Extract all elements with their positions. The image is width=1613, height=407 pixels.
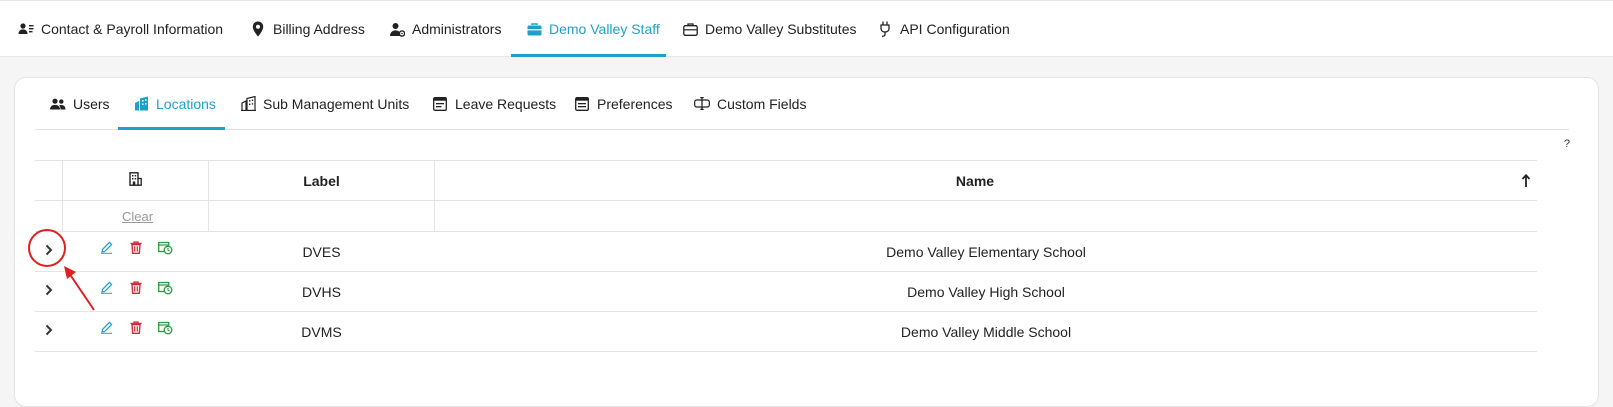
row-name: Demo Valley Middle School (900, 323, 1072, 340)
assign-button[interactable] (157, 321, 173, 340)
tab-demo-valley-staff[interactable]: Demo Valley Staff (526, 1, 660, 57)
building-outline-icon (240, 96, 256, 112)
subtab-users[interactable]: Users (50, 78, 110, 129)
grid-filter-row: Clear (35, 201, 1537, 232)
briefcase-icon (526, 21, 542, 37)
tab-label: Contact & Payroll Information (41, 21, 224, 37)
subtab-label: Sub Management Units (263, 95, 410, 112)
delete-button[interactable] (128, 281, 144, 299)
expand-row-button[interactable] (35, 312, 63, 351)
clear-filters-link[interactable]: Clear (122, 201, 153, 231)
subtab-preferences[interactable]: Preferences (574, 78, 672, 129)
contact-card-icon (18, 21, 34, 37)
building-icon (129, 172, 142, 189)
help-button[interactable]: ? (1564, 138, 1570, 150)
tab-demo-valley-substitutes[interactable]: Demo Valley Substitutes (682, 1, 856, 57)
top-tab-bar: Contact & Payroll Information Billing Ad… (0, 0, 1613, 57)
preferences-icon (574, 96, 590, 112)
tab-billing-address[interactable]: Billing Address (250, 1, 365, 57)
calendar-clock-icon (157, 321, 173, 340)
sub-tab-bar: Users Locations Sub Management Units Lea… (35, 78, 1569, 130)
table-row: DVMS Demo Valley Middle School (35, 312, 1537, 352)
assign-button[interactable] (157, 241, 173, 260)
trash-icon (130, 281, 142, 299)
trash-icon (130, 241, 142, 259)
subtab-label: Custom Fields (717, 95, 807, 112)
column-divider (434, 201, 435, 231)
map-pin-icon (250, 21, 266, 37)
subtab-locations[interactable]: Locations (133, 78, 216, 129)
sort-ascending-icon[interactable] (1521, 161, 1531, 200)
plug-icon (877, 21, 893, 37)
row-label: DVES (302, 243, 341, 260)
label-column-header[interactable]: Label (209, 161, 434, 200)
subtab-sub-management-units[interactable]: Sub Management Units (240, 78, 409, 129)
briefcase-outline-icon (682, 21, 698, 37)
expand-row-button[interactable] (35, 272, 63, 311)
row-name: Demo Valley High School (907, 283, 1065, 300)
subtab-label: Leave Requests (455, 95, 557, 112)
tab-label: Administrators (412, 21, 502, 37)
chevron-right-icon (45, 323, 53, 341)
table-row: DVES Demo Valley Elementary School (35, 232, 1537, 272)
table-row: DVHS Demo Valley High School (35, 272, 1537, 312)
row-name: Demo Valley Elementary School (886, 243, 1086, 260)
active-subtab-indicator (118, 127, 225, 130)
pencil-icon (100, 281, 113, 299)
grid-header-row: Label Name (35, 160, 1537, 201)
tab-administrators[interactable]: Administrators (389, 1, 501, 57)
trash-icon (130, 321, 142, 339)
subtab-custom-fields[interactable]: Custom Fields (694, 78, 806, 129)
locations-grid: Label Name Clear DVES Demo Valley Elemen… (35, 160, 1537, 352)
location-type-column-header (63, 161, 208, 200)
subtab-label: Users (73, 95, 110, 112)
locations-card: Users Locations Sub Management Units Lea… (14, 77, 1599, 407)
row-label: DVMS (301, 323, 342, 340)
chevron-right-icon (45, 283, 53, 301)
active-tab-indicator (511, 54, 666, 57)
chevron-right-icon (45, 243, 53, 261)
delete-button[interactable] (128, 321, 144, 339)
expand-row-button[interactable] (35, 232, 63, 271)
subtab-label: Preferences (597, 95, 673, 112)
pencil-icon (100, 241, 113, 259)
tab-contact-payroll[interactable]: Contact & Payroll Information (18, 1, 223, 57)
custom-fields-icon (694, 96, 710, 112)
name-column-header[interactable]: Name (435, 161, 1515, 200)
edit-button[interactable] (98, 321, 114, 339)
calendar-clock-icon (157, 241, 173, 260)
subtab-label: Locations (156, 95, 216, 112)
subtab-leave-requests[interactable]: Leave Requests (432, 78, 556, 129)
calendar-form-icon (432, 96, 448, 112)
tab-label: Billing Address (273, 21, 365, 37)
assign-button[interactable] (157, 281, 173, 300)
tab-label: Demo Valley Substitutes (705, 21, 857, 37)
admin-user-icon (389, 21, 405, 37)
tab-label: API Configuration (900, 21, 1010, 37)
column-divider (62, 201, 63, 231)
column-divider (208, 201, 209, 231)
edit-button[interactable] (98, 281, 114, 299)
tab-label: Demo Valley Staff (549, 21, 660, 37)
users-icon (50, 96, 66, 112)
buildings-icon (133, 96, 149, 112)
calendar-clock-icon (157, 281, 173, 300)
pencil-icon (100, 321, 113, 339)
edit-button[interactable] (98, 241, 114, 259)
delete-button[interactable] (128, 241, 144, 259)
row-label: DVHS (302, 283, 341, 300)
tab-api-configuration[interactable]: API Configuration (877, 1, 1010, 57)
